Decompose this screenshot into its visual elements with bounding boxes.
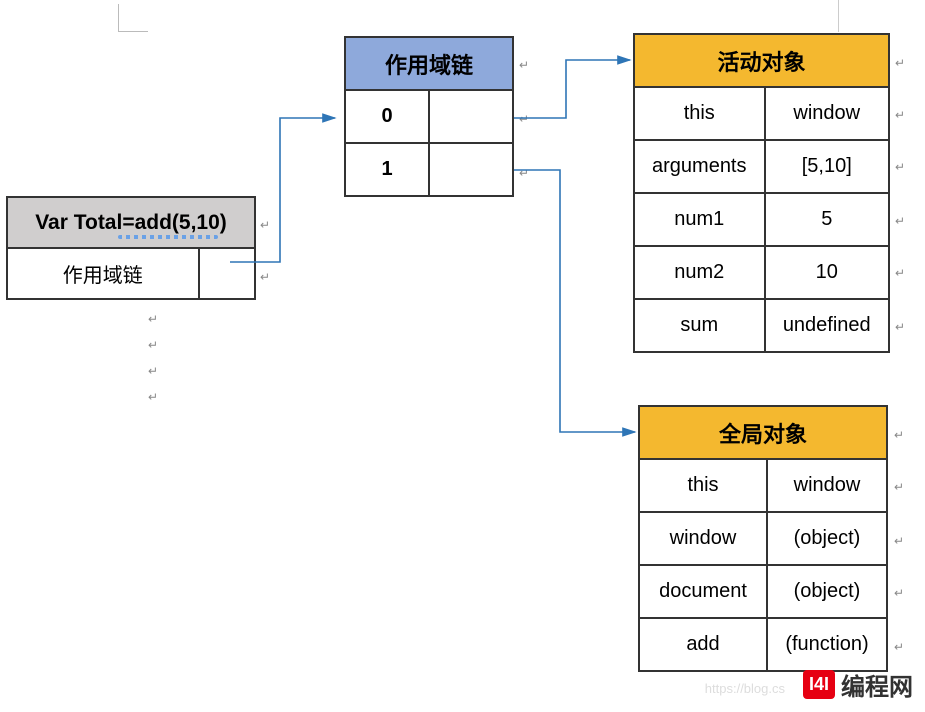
global-object-table: 全局对象 this window window (object) documen…: [638, 405, 888, 672]
global-obj-val: window: [767, 459, 887, 512]
cell-mark: ↵: [895, 320, 905, 334]
cell-mark: ↵: [894, 428, 904, 442]
cell-mark: ↵: [895, 214, 905, 228]
scope-chain-index: 0: [345, 90, 429, 143]
global-obj-val: (object): [767, 512, 887, 565]
scope-chain-ref: [429, 143, 513, 196]
margin-line-right: [838, 0, 839, 32]
cell-mark: ↵: [895, 56, 905, 70]
watermark-badge: I4I: [803, 670, 835, 699]
cell-mark: ↵: [894, 534, 904, 548]
cell-mark: ↵: [895, 160, 905, 174]
arrow-scope1-to-global: [514, 170, 635, 432]
active-obj-val: window: [765, 87, 890, 140]
global-obj-key: add: [639, 618, 767, 671]
watermark-logo: I4I 编程网: [803, 667, 913, 702]
global-obj-val: (object): [767, 565, 887, 618]
para-mark: ↵: [148, 390, 158, 404]
active-obj-val: undefined: [765, 299, 890, 352]
scope-chain-title: 作用域链: [345, 37, 513, 90]
ruler-mark: [118, 4, 148, 32]
active-obj-key: num1: [634, 193, 765, 246]
active-obj-val: 5: [765, 193, 890, 246]
active-obj-key: arguments: [634, 140, 765, 193]
wavy-underline: [118, 235, 218, 239]
source-box-ref-cell: [199, 248, 255, 299]
cell-mark: ↵: [260, 270, 270, 284]
watermark-url: https://blog.cs: [705, 681, 785, 696]
watermark-text: 编程网: [841, 667, 913, 702]
cell-mark: ↵: [894, 480, 904, 494]
cell-mark: ↵: [519, 112, 529, 126]
scope-chain-table: 作用域链 0 1: [344, 36, 514, 197]
arrow-scope0-to-active: [514, 60, 630, 118]
global-object-title: 全局对象: [639, 406, 887, 459]
active-object-title: 活动对象: [634, 34, 889, 87]
active-object-table: 活动对象 this window arguments [5,10] num1 5…: [633, 33, 890, 353]
global-obj-key: document: [639, 565, 767, 618]
active-obj-key: sum: [634, 299, 765, 352]
active-obj-key: this: [634, 87, 765, 140]
para-mark: ↵: [148, 364, 158, 378]
source-box-scope-label: 作用域链: [7, 248, 199, 299]
source-box-title: Var Total=add(5,10): [7, 197, 255, 248]
para-mark: ↵: [148, 312, 158, 326]
cell-mark: ↵: [519, 166, 529, 180]
scope-chain-index: 1: [345, 143, 429, 196]
scope-chain-ref: [429, 90, 513, 143]
active-obj-key: num2: [634, 246, 765, 299]
active-obj-val: [5,10]: [765, 140, 890, 193]
global-obj-key: this: [639, 459, 767, 512]
para-mark: ↵: [148, 338, 158, 352]
cell-mark: ↵: [894, 640, 904, 654]
cell-mark: ↵: [895, 108, 905, 122]
global-obj-key: window: [639, 512, 767, 565]
cell-mark: ↵: [260, 218, 270, 232]
cell-mark: ↵: [519, 58, 529, 72]
source-box: Var Total=add(5,10) 作用域链: [6, 196, 256, 300]
cell-mark: ↵: [895, 266, 905, 280]
active-obj-val: 10: [765, 246, 890, 299]
cell-mark: ↵: [894, 586, 904, 600]
global-obj-val: (function): [767, 618, 887, 671]
